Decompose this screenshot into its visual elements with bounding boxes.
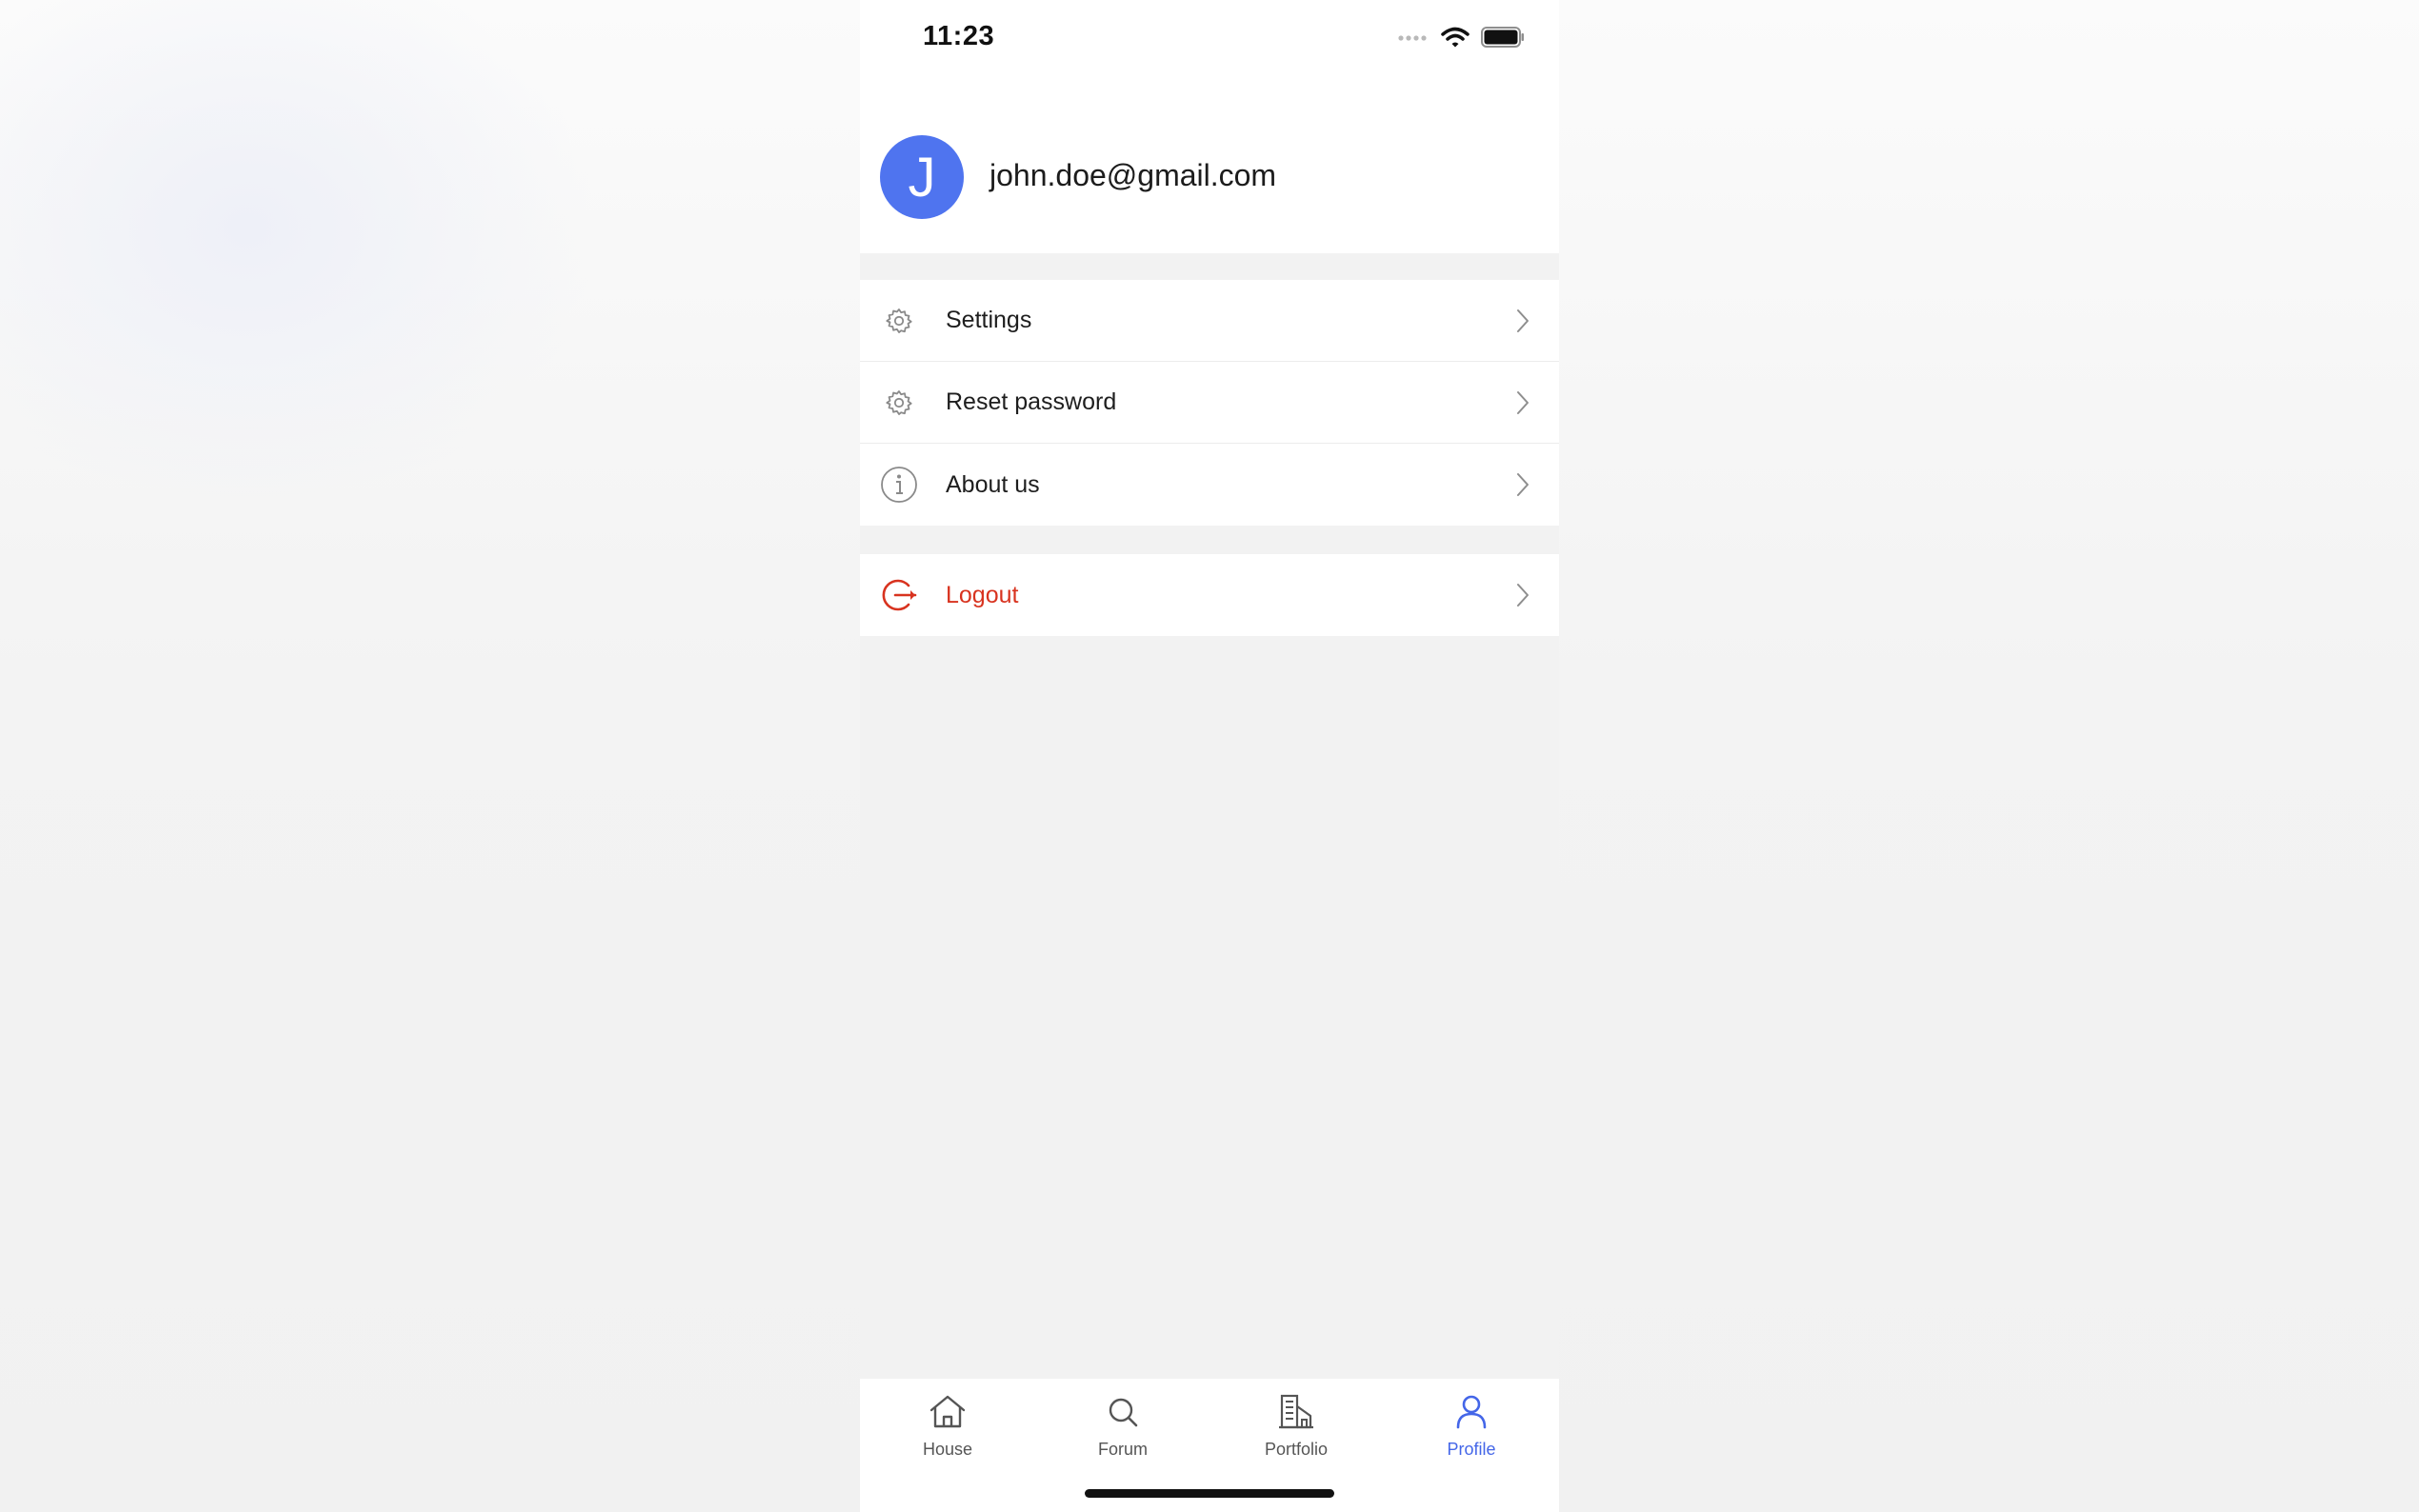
menu-list: Settings Reset password About us [860,280,1559,526]
tab-label: Profile [1447,1440,1496,1459]
status-icons [1397,25,1525,50]
wifi-icon [1441,27,1469,48]
chevron-right-icon [1513,307,1532,335]
info-icon [879,465,919,505]
person-icon [1456,1395,1487,1429]
tab-portfolio[interactable]: Portfolio [1229,1390,1363,1470]
phone-screen: 11:23 J john.doe@gmail.com Settings Rese… [860,0,1559,1512]
menu-item-reset-password[interactable]: Reset password [860,362,1559,444]
tab-bar: House Forum Portfolio Profile [860,1379,1559,1512]
cellular-signal-icon [1398,35,1427,41]
battery-icon [1481,27,1524,48]
tab-label: House [922,1440,973,1459]
search-icon [1109,1398,1138,1427]
profile-header: J john.doe@gmail.com [860,76,1559,253]
menu-item-about-us[interactable]: About us [860,444,1559,526]
avatar[interactable]: J [880,135,964,219]
chevron-right-icon [1513,581,1532,609]
house-icon [930,1395,966,1428]
status-bar: 11:23 [860,0,1559,76]
tab-profile[interactable]: Profile [1405,1390,1538,1470]
menu-item-label: Settings [946,307,1032,333]
menu-item-label: Reset password [946,388,1117,415]
menu-item-label: About us [946,470,1040,498]
logout-label: Logout [946,581,1019,608]
buildings-icon [1279,1394,1313,1429]
tab-label: Forum [1097,1440,1148,1459]
home-indicator[interactable] [1085,1489,1334,1498]
gear-icon [879,383,919,423]
tab-house[interactable]: House [881,1390,1014,1470]
gear-icon [879,301,919,341]
tab-label: Portfolio [1264,1440,1329,1459]
status-time: 11:23 [923,21,995,51]
chevron-right-icon [1513,388,1532,417]
chevron-right-icon [1513,470,1532,499]
menu-item-logout[interactable]: Logout [860,554,1559,636]
menu-item-settings[interactable]: Settings [860,280,1559,362]
tab-forum[interactable]: Forum [1056,1390,1190,1470]
logout-icon [879,575,919,615]
logout-group: Logout [860,554,1559,636]
user-email: john.doe@gmail.com [990,158,1277,192]
